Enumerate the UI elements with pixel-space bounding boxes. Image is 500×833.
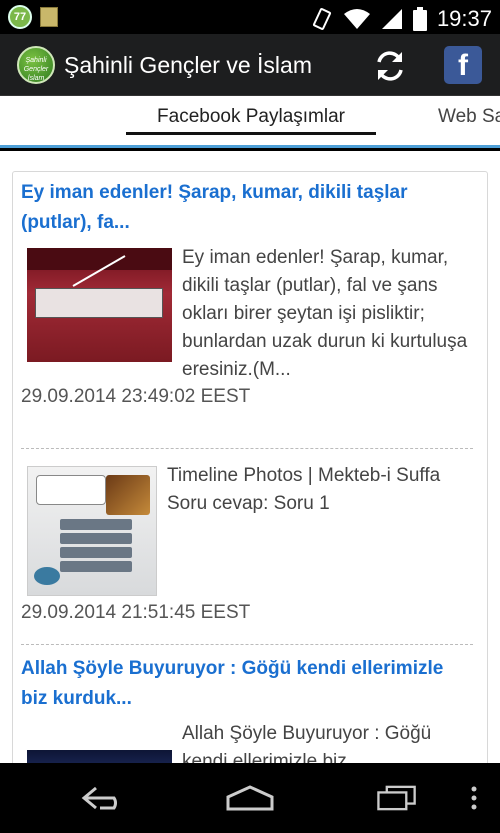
post-body: Timeline Photos | Mekteb-i Suffa Soru ce… [21, 462, 473, 596]
quran-quiz-image[interactable] [27, 466, 157, 596]
list-item[interactable]: Ey iman edenler! Şarap, kumar, dikili ta… [21, 178, 473, 408]
vibrate-icon [312, 8, 331, 30]
post-title[interactable]: Ey iman edenler! Şarap, kumar, dikili ta… [21, 178, 473, 238]
night-sky-image[interactable] [27, 750, 172, 763]
divider [21, 644, 473, 645]
notes-notification-icon [40, 7, 58, 27]
post-date: 29.09.2014 23:49:02 EEST [21, 386, 251, 407]
post-body: Allah Şöyle Buyuruyor : Göğü kendi eller… [21, 720, 473, 763]
refresh-button[interactable] [372, 48, 408, 84]
feed-content[interactable]: Ey iman edenler! Şarap, kumar, dikili ta… [0, 151, 500, 763]
system-icons: 19:37 [311, 6, 492, 32]
wifi-icon [343, 9, 370, 29]
post-text: Ey iman edenler! Şarap, kumar, dikili ta… [182, 247, 468, 380]
post-body: Ey iman edenler! Şarap, kumar, dikili ta… [21, 244, 473, 384]
maide-90-image[interactable] [27, 248, 172, 362]
posts-card: Ey iman edenler! Şarap, kumar, dikili ta… [12, 171, 488, 763]
tab-web[interactable]: Web Sa [438, 106, 500, 128]
clock: 19:37 [436, 6, 492, 31]
list-item[interactable]: Allah Şöyle Buyuruyor : Göğü kendi eller… [21, 654, 473, 763]
tab-facebook[interactable]: Facebook Paylaşımlar [126, 106, 376, 128]
post-text: Allah Şöyle Buyuruyor : Göğü kendi eller… [182, 723, 432, 763]
battery-icon [412, 7, 427, 31]
signal-icon [381, 9, 402, 29]
facebook-icon[interactable]: f [444, 46, 482, 84]
post-date: 29.09.2014 21:51:45 EEST [21, 602, 251, 623]
notification-badge-icon: 77 [8, 5, 32, 29]
home-icon[interactable] [224, 785, 276, 811]
status-bar: 77 19:37 [0, 0, 500, 34]
refresh-icon [377, 51, 403, 81]
list-item[interactable]: Timeline Photos | Mekteb-i Suffa Soru ce… [21, 462, 473, 624]
tab-bar: Facebook Paylaşımlar Web Sa [0, 96, 500, 148]
navigation-bar [0, 763, 500, 833]
post-title[interactable]: Allah Şöyle Buyuruyor : Göğü kendi eller… [21, 654, 473, 714]
menu-icon[interactable] [470, 785, 478, 811]
app-title: Şahinli Gençler ve İslam [64, 52, 312, 78]
app-logo-text: Şahinli Gençler İslam [23, 57, 49, 82]
notification-area: 77 [8, 5, 58, 29]
action-bar: Şahinli Gençler İslam Şahinli Gençler ve… [0, 34, 500, 96]
divider [21, 448, 473, 449]
back-icon[interactable] [80, 785, 128, 811]
recent-apps-icon[interactable] [374, 785, 420, 811]
app-logo-icon[interactable]: Şahinli Gençler İslam [17, 46, 55, 84]
post-text: Timeline Photos | Mekteb-i Suffa Soru ce… [167, 465, 441, 514]
active-tab-indicator [126, 132, 376, 135]
